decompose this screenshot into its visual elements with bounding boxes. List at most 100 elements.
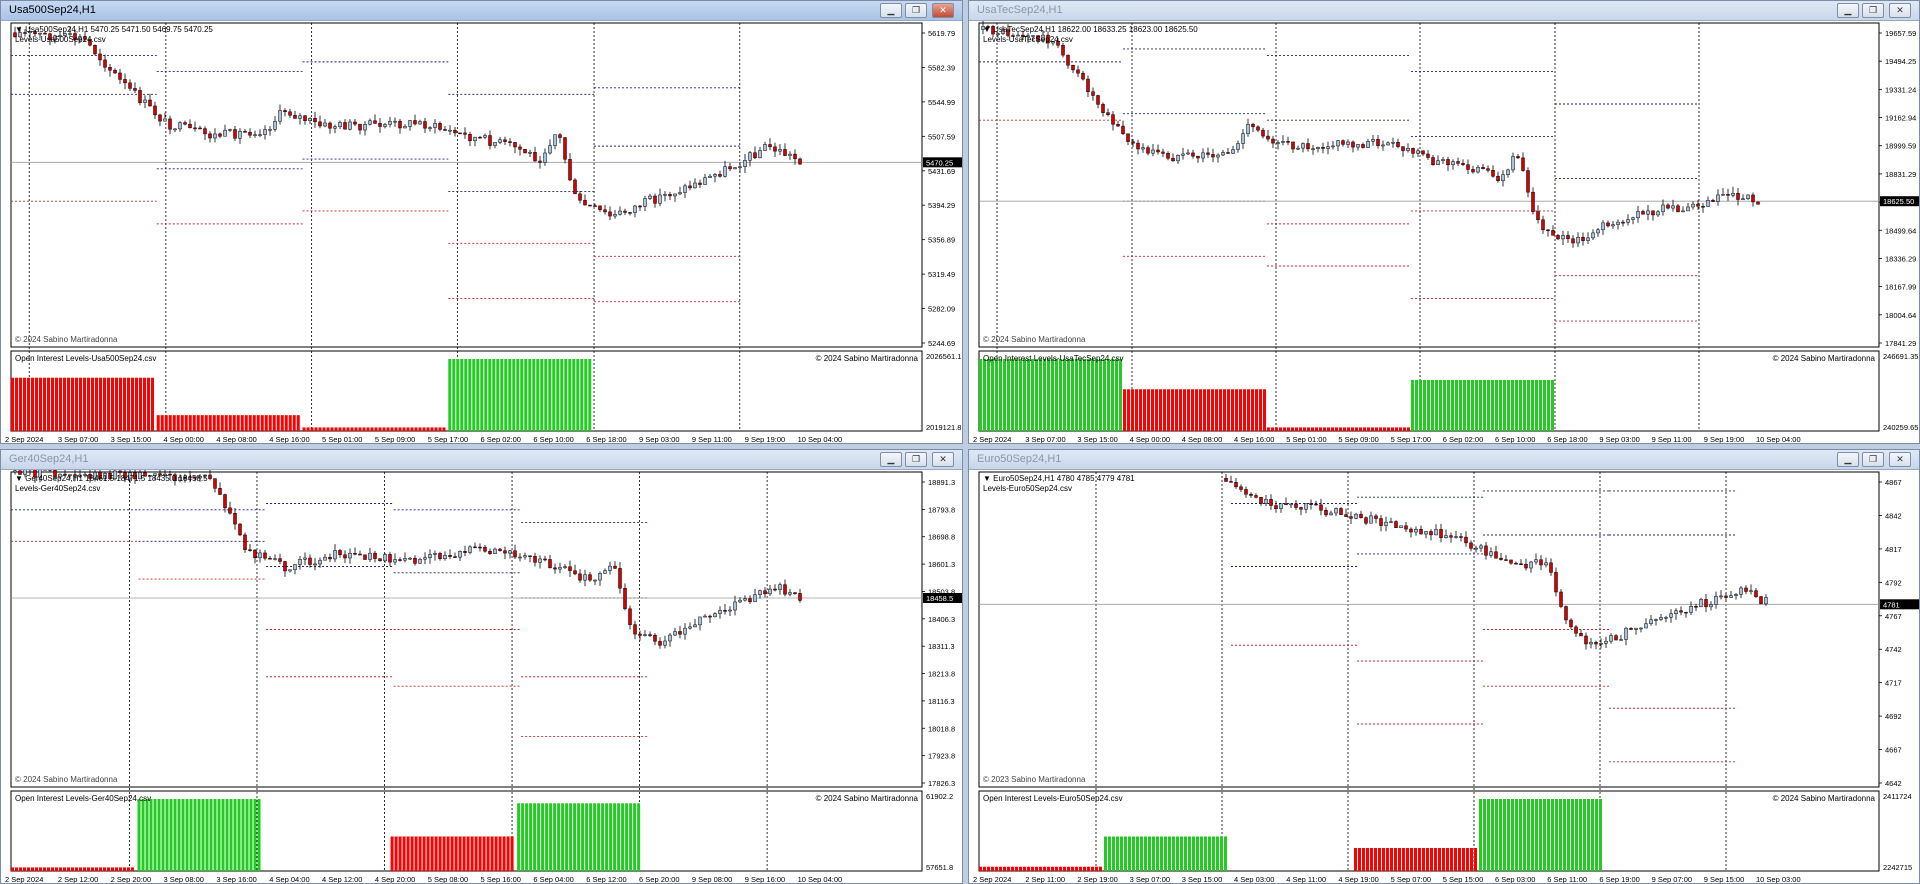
price-tick-label: 4742 bbox=[1885, 645, 1902, 654]
oi-bar bbox=[390, 836, 514, 871]
time-tick-label: 3 Sep 15:00 bbox=[111, 435, 151, 444]
time-tick-label: 3 Sep 15:00 bbox=[1182, 875, 1222, 884]
chart-area[interactable]: ▼ Ger40Sep24,H1 18461.5 18471.5 18435.0 … bbox=[1, 470, 963, 884]
time-tick-label: 4 Sep 03:00 bbox=[1234, 875, 1274, 884]
price-tick-label: 17923.8 bbox=[928, 752, 955, 761]
chart-area[interactable]: ▼ UsaTecSep24,H1 18622.00 18633.25 18623… bbox=[969, 21, 1920, 444]
price-tick-label: 5431.69 bbox=[928, 167, 955, 176]
time-tick-label: 4 Sep 04:00 bbox=[269, 875, 309, 884]
price-tick-label: 19657.59 bbox=[1885, 29, 1916, 38]
copyright-main: © 2024 Sabino Martiradonna bbox=[983, 335, 1086, 344]
chart-window-euro50[interactable]: Euro50Sep24,H1 ▁ ❐ ✕ ▼ Euro50Sep24,H1 47… bbox=[968, 449, 1920, 884]
window-titlebar[interactable]: Ger40Sep24,H1 ▁ ❐ ✕ bbox=[1, 450, 962, 470]
chart-window-ger40[interactable]: Ger40Sep24,H1 ▁ ❐ ✕ ▼ Ger40Sep24,H1 1846… bbox=[0, 449, 963, 884]
minimize-button[interactable]: ▁ bbox=[1837, 3, 1859, 18]
chart-area[interactable]: ▼ Usa500Sep24,H1 5470.25 5471.50 5469.75… bbox=[1, 21, 963, 444]
time-tick-label: 6 Sep 11:00 bbox=[1547, 875, 1587, 884]
current-price-label: 18458.5 bbox=[926, 594, 953, 603]
time-tick-label: 4 Sep 11:00 bbox=[1286, 875, 1326, 884]
oi-bar bbox=[1354, 847, 1477, 871]
copyright-main: © 2024 Sabino Martiradonna bbox=[15, 775, 118, 784]
close-button[interactable]: ✕ bbox=[1889, 3, 1911, 18]
time-tick-label: 3 Sep 08:00 bbox=[164, 875, 204, 884]
window-titlebar[interactable]: Usa500Sep24,H1 ▁ ❐ ✕ bbox=[1, 1, 962, 21]
candle bbox=[523, 148, 527, 154]
time-tick-label: 6 Sep 02:00 bbox=[1443, 435, 1483, 444]
oi-max-label: 246691.35 bbox=[1883, 352, 1918, 361]
oi-min-label: 240259.65 bbox=[1883, 423, 1918, 432]
window-title: Ger40Sep24,H1 bbox=[9, 453, 89, 465]
price-tick-label: 5507.59 bbox=[928, 132, 955, 141]
time-tick-label: 5 Sep 17:00 bbox=[428, 435, 468, 444]
price-tick-label: 4792 bbox=[1885, 578, 1902, 587]
window-title: Usa500Sep24,H1 bbox=[9, 4, 96, 16]
time-tick-label: 9 Sep 08:00 bbox=[692, 875, 732, 884]
price-tick-label: 18336.29 bbox=[1885, 254, 1916, 263]
window-titlebar[interactable]: Euro50Sep24,H1 ▁ ❐ ✕ bbox=[969, 450, 1919, 470]
price-tick-label: 5356.89 bbox=[928, 236, 955, 245]
price-tick-label: 19162.94 bbox=[1885, 114, 1916, 123]
time-tick-label: 9 Sep 19:00 bbox=[1704, 435, 1744, 444]
oi-max-label: 2411724 bbox=[1883, 792, 1912, 801]
current-price-label: 18625.50 bbox=[1883, 197, 1914, 206]
price-tick-label: 18698.8 bbox=[928, 533, 955, 542]
time-tick-label: 5 Sep 09:00 bbox=[1338, 435, 1378, 444]
chart-area[interactable]: ▼ Euro50Sep24,H1 4780 4785 4779 4781Leve… bbox=[969, 470, 1920, 884]
oi-bar bbox=[517, 803, 641, 871]
restore-button[interactable]: ❐ bbox=[905, 452, 927, 467]
time-tick-label: 4 Sep 19:00 bbox=[1338, 875, 1378, 884]
price-tick-label: 18891.3 bbox=[928, 478, 955, 487]
close-button[interactable]: ✕ bbox=[932, 452, 954, 467]
candle bbox=[93, 44, 97, 56]
oi-bar bbox=[1104, 836, 1227, 871]
time-tick-label: 2 Sep 12:00 bbox=[58, 875, 98, 884]
chart-window-usatec[interactable]: UsaTecSep24,H1 ▁ ❐ ✕ ▼ UsaTecSep24,H1 18… bbox=[968, 0, 1920, 444]
current-price-label: 4781 bbox=[1883, 600, 1900, 609]
time-tick-label: 9 Sep 07:00 bbox=[1652, 875, 1692, 884]
time-tick-label: 4 Sep 00:00 bbox=[164, 435, 204, 444]
time-tick-label: 4 Sep 08:00 bbox=[1182, 435, 1222, 444]
price-tick-label: 4692 bbox=[1885, 712, 1902, 721]
price-tick-label: 18018.8 bbox=[928, 724, 955, 733]
time-tick-label: 6 Sep 20:00 bbox=[639, 875, 679, 884]
minimize-button[interactable]: ▁ bbox=[1837, 452, 1859, 467]
price-tick-label: 5319.49 bbox=[928, 270, 955, 279]
restore-button[interactable]: ❐ bbox=[1862, 3, 1884, 18]
time-tick-label: 5 Sep 09:00 bbox=[375, 435, 415, 444]
time-tick-label: 5 Sep 01:00 bbox=[322, 435, 362, 444]
close-button[interactable]: ✕ bbox=[1889, 452, 1911, 467]
symbol-info-line: ▼ Euro50Sep24,H1 4780 4785 4779 4781 bbox=[983, 474, 1135, 483]
candle bbox=[1559, 589, 1563, 609]
candle bbox=[1394, 520, 1398, 528]
copyright-sub: © 2024 Sabino Martiradonna bbox=[816, 794, 919, 803]
time-tick-label: 4 Sep 16:00 bbox=[269, 435, 309, 444]
candle bbox=[588, 204, 592, 207]
restore-button[interactable]: ❐ bbox=[1862, 452, 1884, 467]
price-tick-label: 18601.3 bbox=[928, 560, 955, 569]
oi-indicator-label: Open Interest Levels-UsaTecSep24.csv bbox=[983, 354, 1124, 363]
window-title: Euro50Sep24,H1 bbox=[977, 453, 1062, 465]
time-tick-label: 10 Sep 04:00 bbox=[798, 435, 843, 444]
copyright-main: © 2024 Sabino Martiradonna bbox=[15, 335, 118, 344]
oi-bar bbox=[1479, 799, 1602, 871]
close-button[interactable]: ✕ bbox=[932, 3, 954, 18]
candle bbox=[458, 132, 462, 135]
time-tick-label: 9 Sep 11:00 bbox=[692, 435, 732, 444]
price-tick-label: 17841.29 bbox=[1885, 339, 1916, 348]
restore-button[interactable]: ❐ bbox=[905, 3, 927, 18]
chart-window-usa500[interactable]: Usa500Sep24,H1 ▁ ❐ ✕ ▼ Usa500Sep24,H1 54… bbox=[0, 0, 963, 444]
symbol-info-line: ▼ UsaTecSep24,H1 18622.00 18633.25 18623… bbox=[983, 25, 1198, 34]
window-titlebar[interactable]: UsaTecSep24,H1 ▁ ❐ ✕ bbox=[969, 1, 1919, 21]
price-tick-label: 5282.09 bbox=[928, 305, 955, 314]
minimize-button[interactable]: ▁ bbox=[880, 452, 902, 467]
price-tick-label: 19331.24 bbox=[1885, 85, 1916, 94]
time-tick-label: 2 Sep 20:00 bbox=[111, 875, 151, 884]
oi-bar bbox=[979, 866, 1102, 871]
time-tick-label: 4 Sep 00:00 bbox=[1130, 435, 1170, 444]
price-tick-label: 18167.99 bbox=[1885, 283, 1916, 292]
time-tick-label: 6 Sep 10:00 bbox=[1495, 435, 1535, 444]
price-tick-label: 18311.3 bbox=[928, 642, 955, 651]
time-tick-label: 10 Sep 04:00 bbox=[798, 875, 843, 884]
oi-max-label: 61902.2 bbox=[926, 792, 953, 801]
minimize-button[interactable]: ▁ bbox=[880, 3, 902, 18]
